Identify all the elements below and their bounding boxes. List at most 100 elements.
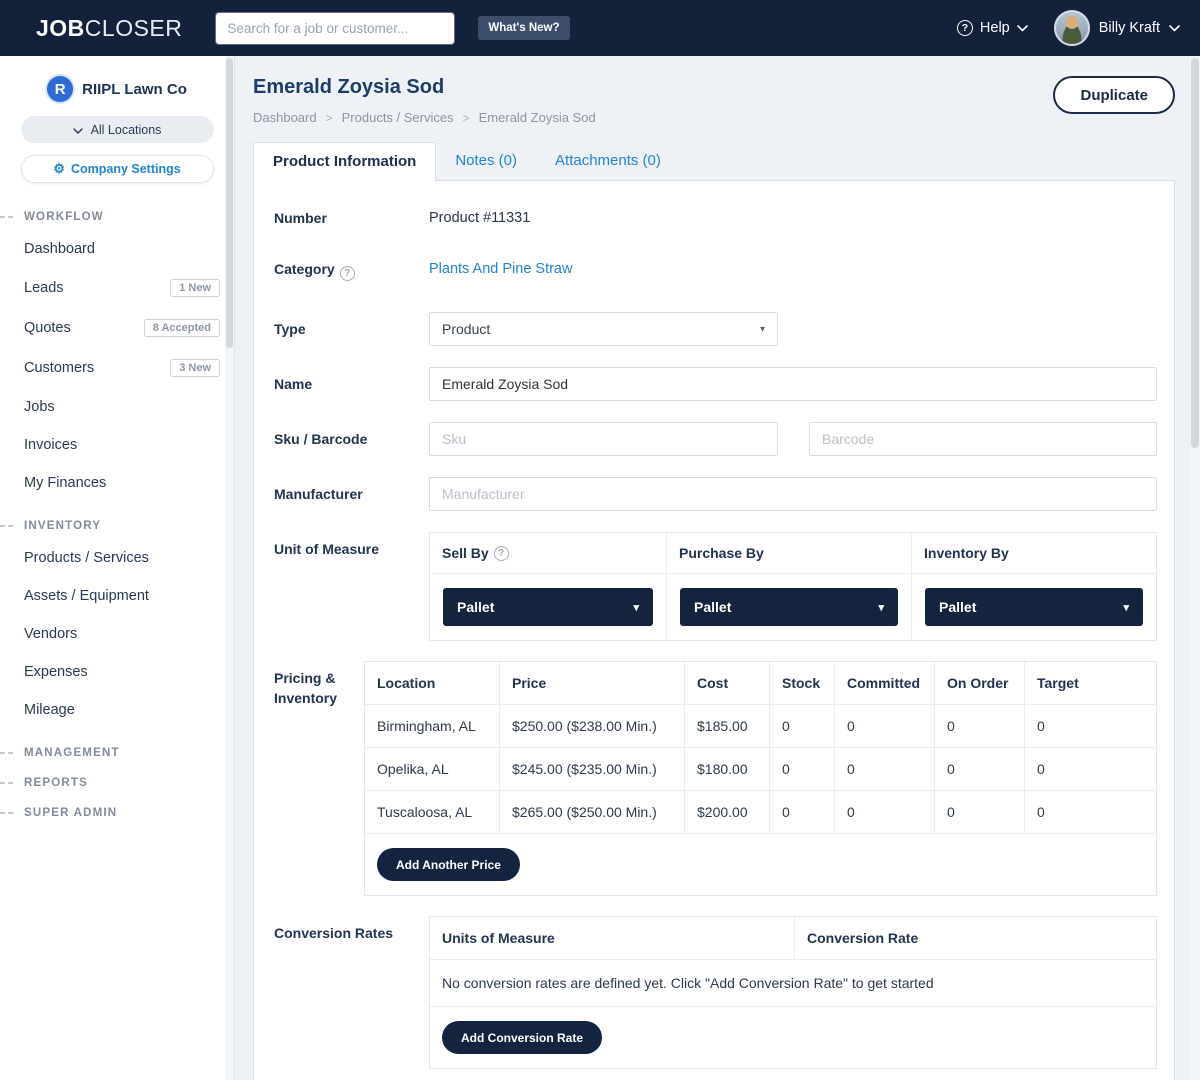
table-row: Tuscaloosa, AL $265.00 ($250.00 Min.) $2… (365, 791, 1156, 834)
col-cost: Cost (685, 662, 770, 705)
pricing-table: Location Price Cost Stock Committed On O… (364, 661, 1157, 896)
sku-barcode-label: Sku / Barcode (274, 422, 429, 456)
tab-notes[interactable]: Notes (0) (436, 142, 536, 180)
sell-by-header: Sell By? (430, 533, 667, 574)
conversion-rates-row: Conversion Rates Units of Measure Conver… (274, 916, 1157, 1069)
page-scrollbar-thumb[interactable] (1191, 58, 1199, 448)
committed-cell: 0 (835, 705, 935, 748)
chevron-down-icon (1169, 20, 1180, 36)
caret-down-icon: ▾ (760, 324, 765, 335)
cost-cell: $180.00 (685, 748, 770, 791)
locations-label: All Locations (91, 123, 162, 137)
committed-cell: 0 (835, 791, 935, 834)
leads-badge: 1 New (170, 279, 220, 297)
conversion-empty-state: No conversion rates are defined yet. Cli… (430, 960, 1156, 1007)
manufacturer-label: Manufacturer (274, 477, 429, 511)
sidebar-item-my-finances[interactable]: My Finances (0, 464, 234, 502)
sidebar-item-mileage[interactable]: Mileage (0, 691, 234, 729)
category-label: Category? (274, 260, 429, 282)
locations-dropdown[interactable]: All Locations (21, 116, 214, 143)
page-scrollbar[interactable] (1190, 56, 1200, 1080)
product-information-panel: Number Product #11331 Category? Plants A… (253, 180, 1175, 1080)
search-input[interactable] (216, 13, 454, 44)
help-label: Help (980, 20, 1010, 36)
add-another-price-button[interactable]: Add Another Price (377, 848, 520, 881)
category-link[interactable]: Plants And Pine Straw (429, 261, 572, 277)
type-select[interactable]: Product ▾ (429, 312, 778, 346)
pricing-inventory-label: Pricing & Inventory (274, 661, 364, 896)
company-settings-button[interactable]: ⚙ Company Settings (21, 155, 214, 183)
sidebar-item-jobs[interactable]: Jobs (0, 388, 234, 426)
col-target: Target (1025, 662, 1156, 705)
price-cell: $250.00 ($238.00 Min.) (500, 705, 685, 748)
help-menu[interactable]: ? Help (957, 20, 1028, 36)
company-header[interactable]: R RIIPL Lawn Co (0, 76, 234, 102)
nav-section-reports[interactable]: REPORTS (0, 777, 234, 789)
sidebar-nav: WORKFLOW Dashboard Leads1 New Quotes8 Ac… (0, 211, 234, 819)
col-stock: Stock (770, 662, 835, 705)
nav-section-workflow[interactable]: WORKFLOW (0, 211, 234, 223)
location-link[interactable]: Birmingham, AL (365, 705, 500, 748)
pricing-inventory-row: Pricing & Inventory Location Price Cost … (274, 661, 1157, 896)
inventory-by-header: Inventory By (912, 533, 1156, 574)
name-input[interactable] (429, 367, 1157, 401)
table-row: Birmingham, AL $250.00 ($238.00 Min.) $1… (365, 705, 1156, 748)
sku-input[interactable] (429, 422, 778, 456)
user-avatar (1054, 10, 1090, 46)
add-conversion-rate-button[interactable]: Add Conversion Rate (442, 1021, 602, 1054)
sidebar-item-invoices[interactable]: Invoices (0, 426, 234, 464)
tab-attachments[interactable]: Attachments (0) (536, 142, 680, 180)
tab-product-information[interactable]: Product Information (253, 142, 436, 181)
sidebar-item-vendors[interactable]: Vendors (0, 615, 234, 653)
location-link[interactable]: Tuscaloosa, AL (365, 791, 500, 834)
nav-section-management[interactable]: MANAGEMENT (0, 747, 234, 759)
breadcrumb-products-services[interactable]: Products / Services (317, 110, 454, 125)
col-location: Location (365, 662, 500, 705)
purchase-by-select[interactable]: Pallet▾ (680, 588, 898, 626)
help-icon[interactable]: ? (494, 546, 509, 561)
sidebar: R RIIPL Lawn Co All Locations ⚙ Company … (0, 56, 235, 1080)
gear-icon: ⚙ (53, 161, 65, 177)
sidebar-item-leads[interactable]: Leads1 New (0, 268, 234, 308)
cost-cell: $200.00 (685, 791, 770, 834)
sidebar-item-customers[interactable]: Customers3 New (0, 348, 234, 388)
user-menu[interactable]: Billy Kraft (1054, 10, 1180, 46)
logo-light: CLOSER (85, 15, 183, 41)
breadcrumb-dashboard[interactable]: Dashboard (253, 110, 317, 125)
location-link[interactable]: Opelika, AL (365, 748, 500, 791)
col-conversion-rate: Conversion Rate (795, 917, 1156, 959)
breadcrumb-current: Emerald Zoysia Sod (454, 110, 596, 125)
sku-barcode-row: Sku / Barcode (274, 422, 1157, 456)
sidebar-item-assets-equipment[interactable]: Assets / Equipment (0, 577, 234, 615)
nav-section-inventory[interactable]: INVENTORY (0, 520, 234, 532)
number-row: Number Product #11331 (274, 209, 1157, 229)
sidebar-item-expenses[interactable]: Expenses (0, 653, 234, 691)
purchase-by-header: Purchase By (667, 533, 912, 574)
col-committed: Committed (835, 662, 935, 705)
on-order-cell: 0 (935, 748, 1025, 791)
whats-new-button[interactable]: What's New? (478, 16, 569, 40)
stock-cell: 0 (770, 705, 835, 748)
type-value: Product (442, 321, 490, 337)
duplicate-button[interactable]: Duplicate (1053, 76, 1175, 114)
inventory-by-select[interactable]: Pallet▾ (925, 588, 1143, 626)
sell-by-select[interactable]: Pallet▾ (443, 588, 653, 626)
sidebar-scrollbar[interactable] (225, 56, 234, 1080)
pricing-header-row: Location Price Cost Stock Committed On O… (365, 662, 1156, 705)
chevron-down-icon (1017, 20, 1028, 36)
table-row: Opelika, AL $245.00 ($235.00 Min.) $180.… (365, 748, 1156, 791)
unit-of-measure-row: Unit of Measure Sell By? Purchase By Inv… (274, 532, 1157, 641)
sidebar-item-dashboard[interactable]: Dashboard (0, 230, 234, 268)
type-label: Type (274, 312, 429, 346)
barcode-input[interactable] (809, 422, 1157, 456)
sidebar-item-products-services[interactable]: Products / Services (0, 539, 234, 577)
nav-section-super-admin[interactable]: SUPER ADMIN (0, 807, 234, 819)
help-icon[interactable]: ? (340, 266, 355, 281)
customers-badge: 3 New (170, 359, 220, 377)
sidebar-item-quotes[interactable]: Quotes8 Accepted (0, 308, 234, 348)
app-logo[interactable]: JOBCLOSER (36, 15, 182, 42)
number-label: Number (274, 209, 429, 229)
manufacturer-input[interactable] (429, 477, 1157, 511)
quotes-badge: 8 Accepted (144, 319, 220, 337)
sidebar-scrollbar-thumb[interactable] (226, 58, 233, 348)
